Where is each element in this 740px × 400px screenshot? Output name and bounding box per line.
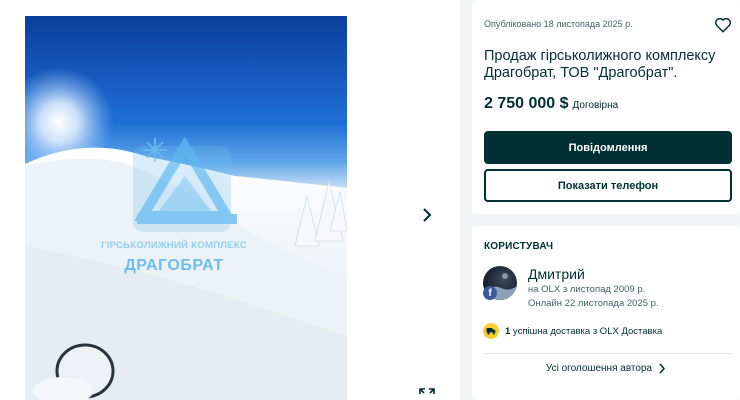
user-card: КОРИСТУВАЧ f Дмитрий на OLX з листопад 2… [472,226,740,400]
show-phone-button[interactable]: Показати телефон [484,169,732,202]
delivery-label: успішна доставка з OLX Доставка [510,325,663,337]
delivery-truck-icon [483,323,499,339]
photo-gallery: ГІРСЬКОЛИЖНИЙ КОМПЛЕКС ДРАГОБРАТ [0,0,460,400]
member-since: на OLX з листопад 2009 р. [528,284,646,295]
watermark-line1: ГІРСЬКОЛИЖНИЙ КОМПЛЕКС [100,240,248,251]
delivery-text: 1 успішна доставка з OLX Доставка [505,326,662,337]
fullscreen-button[interactable] [416,386,438,400]
listing-card: Опубліковано 18 листопада 2025 р. Продаж… [472,0,740,214]
photo-illustration [25,67,347,400]
divider [484,353,732,354]
facebook-icon: f [483,286,497,300]
gallery-next-button[interactable] [415,203,439,227]
all-ads-link[interactable]: Усі оголошення автора [472,363,740,374]
chevron-right-icon [659,363,666,374]
last-online: Онлайн 22 листопада 2025 р. [528,298,659,309]
all-ads-label: Усі оголошення автора [545,363,653,374]
listing-photo[interactable]: ГІРСЬКОЛИЖНИЙ КОМПЛЕКС ДРАГОБРАТ [25,16,347,400]
favorite-button[interactable] [714,16,732,34]
message-button[interactable]: Повідомлення [484,131,732,164]
watermark-logo [133,136,237,232]
expand-icon [419,388,435,394]
user-name[interactable]: Дмитрий [528,266,585,282]
price-row: 2 750 000 $ Договірна [484,95,618,113]
watermark-line2: ДРАГОБРАТ [124,257,224,274]
chevron-right-icon [423,208,432,222]
delivery-info: 1 успішна доставка з OLX Доставка [483,323,662,339]
listing-title: Продаж гірськолижного комплексу Драгобра… [484,48,716,81]
watermark-text: ГІРСЬКОЛИЖНИЙ КОМПЛЕКС ДРАГОБРАТ [25,240,347,275]
heart-icon [714,17,732,33]
published-date: Опубліковано 18 листопада 2025 р. [484,19,633,29]
negotiable-label: Договірна [572,100,619,111]
price: 2 750 000 $ [484,95,569,112]
user-section-title: КОРИСТУВАЧ [484,241,554,252]
